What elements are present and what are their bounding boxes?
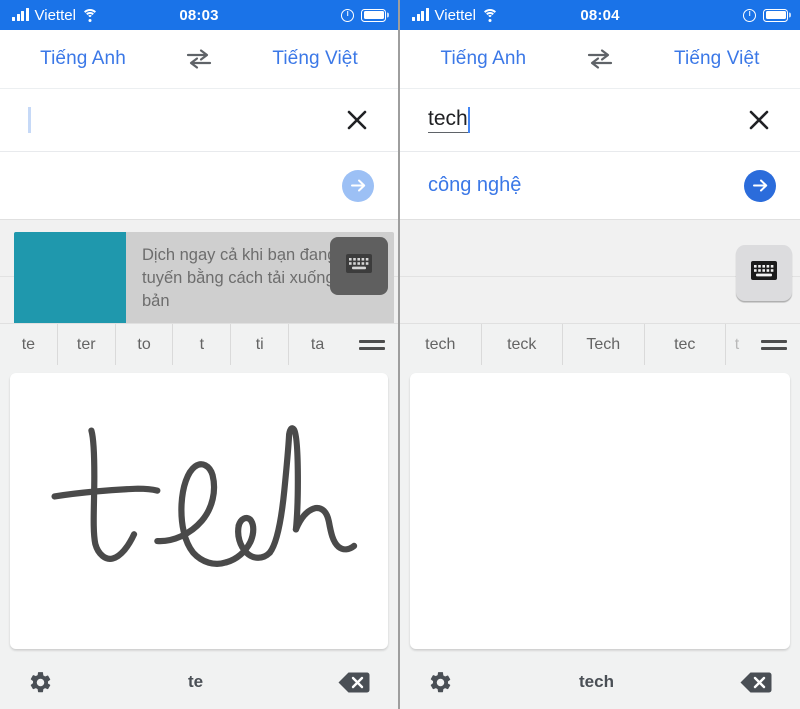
carrier-label: Viettel <box>434 6 476 24</box>
swap-languages-icon[interactable] <box>182 46 216 72</box>
status-bar: Viettel 08:03 <box>0 0 398 30</box>
expand-suggestions-icon[interactable] <box>748 324 800 365</box>
gear-icon <box>428 670 453 695</box>
suggestion-chip[interactable]: tec <box>645 324 726 365</box>
rotation-lock-icon <box>743 8 756 22</box>
backspace-icon <box>338 671 370 694</box>
handwriting-input-pad[interactable] <box>410 373 790 649</box>
clock-label: 08:04 <box>580 6 620 24</box>
status-bar-right <box>219 8 386 22</box>
suggestion-chip-clipped[interactable]: t <box>726 324 748 365</box>
suggestion-chip[interactable]: teck <box>482 324 563 365</box>
screenshot-panel-right: Viettel 08:04 Tiếng Anh Tiếng Việt tech <box>400 0 800 709</box>
suggestion-chip[interactable]: ti <box>231 324 290 365</box>
keyboard-bottom-bar: tech <box>400 655 800 709</box>
suggestion-chip[interactable]: ta <box>289 324 346 365</box>
promo-banner-strip <box>400 219 800 323</box>
source-text-input-row[interactable]: tech <box>400 88 800 151</box>
screenshot-panel-left: Viettel 08:03 Tiếng Anh Tiếng Việt Dịch … <box>0 0 400 709</box>
committed-text-label: tech <box>579 672 614 691</box>
source-language-button[interactable]: Tiếng Anh <box>40 48 126 70</box>
rotation-lock-icon <box>341 8 354 22</box>
battery-full-icon <box>361 8 386 22</box>
keyboard-icon <box>751 261 777 285</box>
keyboard-bottom-bar: te <box>0 655 398 709</box>
suggestion-strip[interactable]: te ter to t ti ta <box>0 323 398 365</box>
suggestion-chip[interactable]: ter <box>58 324 116 365</box>
backspace-button[interactable] <box>740 671 772 694</box>
translation-result-row[interactable]: công nghệ <box>400 151 800 219</box>
source-language-button[interactable]: Tiếng Anh <box>440 48 526 70</box>
handwriting-ink <box>51 425 358 567</box>
settings-button[interactable] <box>428 670 453 695</box>
suggestion-strip[interactable]: tech teck Tech tec t <box>400 323 800 365</box>
text-caret <box>467 106 471 133</box>
wifi-icon <box>481 8 499 22</box>
carrier-label: Viettel <box>34 6 76 24</box>
handwriting-pad-wrapper <box>0 365 398 655</box>
source-text-field[interactable] <box>28 107 340 133</box>
target-language-button[interactable]: Tiếng Việt <box>272 48 358 70</box>
keyboard-toggle-button[interactable] <box>736 245 792 301</box>
promo-thumbnail <box>14 232 126 323</box>
gear-icon <box>28 670 53 695</box>
clear-input-button[interactable] <box>340 103 374 137</box>
promo-banner-strip: Dịch ngay cả khi bạn đang ngoại tuyến bằ… <box>0 219 398 323</box>
expand-suggestions-icon[interactable] <box>346 324 398 365</box>
side-by-side-screenshots: Viettel 08:03 Tiếng Anh Tiếng Việt Dịch … <box>0 0 800 709</box>
signal-bars-icon <box>412 8 429 21</box>
text-caret <box>28 107 31 133</box>
language-selector-bar: Tiếng Anh Tiếng Việt <box>0 30 398 88</box>
keyboard-icon <box>346 254 372 278</box>
clear-input-button[interactable] <box>742 103 776 137</box>
suggestion-chip[interactable]: te <box>0 324 58 365</box>
keyboard-toggle-button[interactable] <box>330 237 388 295</box>
backspace-icon <box>740 671 772 694</box>
signal-bars-icon <box>12 8 29 21</box>
backspace-button[interactable] <box>338 671 370 694</box>
swap-languages-icon[interactable] <box>583 46 617 72</box>
status-bar-right <box>620 8 788 22</box>
status-bar-left: Viettel <box>412 7 580 24</box>
handwriting-input-pad[interactable] <box>10 373 388 649</box>
committed-text-label: te <box>187 672 204 691</box>
translation-result-text: công nghệ <box>428 174 522 196</box>
clock-label: 08:03 <box>179 6 219 24</box>
source-text-value: tech <box>428 107 468 134</box>
source-text-field[interactable]: tech <box>428 106 742 134</box>
status-bar: Viettel 08:04 <box>400 0 800 30</box>
wifi-icon <box>81 8 99 22</box>
submit-translation-button[interactable] <box>744 169 776 202</box>
settings-button[interactable] <box>28 670 53 695</box>
suggestion-chip[interactable]: tech <box>400 324 482 365</box>
submit-translation-button[interactable] <box>342 169 374 202</box>
handwriting-pad-wrapper <box>400 365 800 655</box>
language-selector-bar: Tiếng Anh Tiếng Việt <box>400 30 800 88</box>
suggestion-chip[interactable]: t <box>173 324 232 365</box>
translation-result-row[interactable] <box>0 151 398 219</box>
suggestion-chip[interactable]: to <box>116 324 174 365</box>
battery-full-icon <box>763 8 788 22</box>
status-bar-left: Viettel <box>12 7 179 24</box>
suggestion-chip[interactable]: Tech <box>563 324 645 365</box>
target-language-button[interactable]: Tiếng Việt <box>674 48 760 70</box>
source-text-input-row[interactable] <box>0 88 398 151</box>
